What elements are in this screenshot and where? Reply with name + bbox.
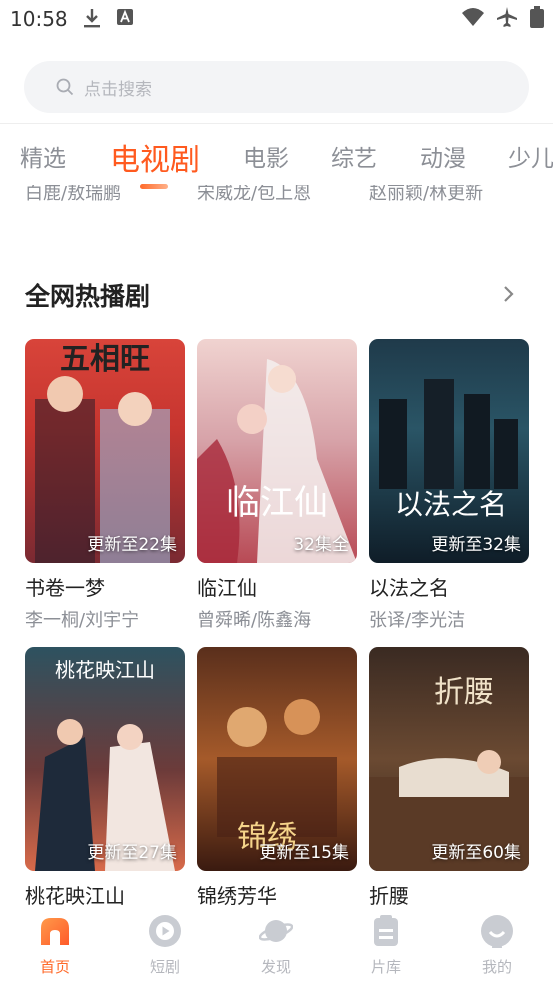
show-title: 临江仙 — [197, 576, 257, 600]
cast-text: 宋威龙/包上恩 — [197, 185, 312, 204]
wifi-icon — [462, 8, 484, 26]
nav-label: 片库 — [370, 958, 401, 976]
show-title: 折腰 — [369, 884, 409, 908]
poster-image: 五相旺 更新至22集 — [25, 339, 185, 563]
show-card[interactable]: 折腰 更新至60集 折腰 — [369, 647, 529, 908]
episode-badge: 更新至32集 — [431, 535, 521, 555]
play-icon — [149, 915, 181, 947]
svg-text:临江仙: 临江仙 — [226, 483, 328, 523]
episode-badge: 更新至27集 — [87, 843, 177, 863]
airplane-icon — [497, 7, 517, 27]
nav-discover[interactable]: 发现 — [236, 914, 316, 977]
nav-label: 首页 — [39, 958, 70, 976]
poster-image: 临江仙 32集全 — [197, 339, 357, 563]
show-title: 桃花映江山 — [25, 884, 125, 908]
episode-badge: 更新至60集 — [431, 843, 521, 863]
cast-text: 白鹿/敖瑞鹏 — [25, 185, 122, 204]
svg-text:五相旺: 五相旺 — [60, 342, 150, 377]
tab-tv-series[interactable]: 电视剧 — [110, 135, 200, 179]
show-cast: 曾舜晞/陈鑫海 — [197, 610, 312, 631]
chevron-right-icon[interactable] — [497, 283, 519, 305]
tab-kids[interactable]: 少儿 — [508, 139, 553, 173]
show-title: 以法之名 — [369, 576, 449, 600]
nav-label: 我的 — [481, 958, 512, 976]
nav-label: 发现 — [260, 958, 291, 976]
tab-anime[interactable]: 动漫 — [420, 139, 466, 173]
status-bar: 10:58 — [0, 0, 553, 40]
search-icon — [56, 78, 74, 96]
previous-row-casts: 白鹿/敖瑞鹏 宋威龙/包上恩 赵丽颖/林更新 — [0, 185, 553, 207]
svg-text:桃花映江山: 桃花映江山 — [55, 658, 155, 682]
episode-badge: 32集全 — [293, 535, 349, 555]
bottom-navigation: 首页 短剧 发现 片库 我的 — [0, 908, 553, 984]
show-title: 锦绣芳华 — [197, 884, 277, 908]
cast-text: 赵丽颖/林更新 — [369, 185, 484, 204]
svg-text:折腰: 折腰 — [434, 675, 494, 710]
episode-badge: 更新至15集 — [259, 843, 349, 863]
tab-movies[interactable]: 电影 — [243, 139, 289, 173]
category-tabs: 精选 电视剧 电影 综艺 动漫 少儿 — [0, 124, 553, 186]
show-cast: 张译/李光洁 — [369, 610, 466, 631]
poster-image: 锦绣 更新至15集 — [197, 647, 357, 871]
poster-image: 桃花映江山 更新至27集 — [25, 647, 185, 871]
battery-icon — [530, 6, 544, 28]
home-icon — [41, 918, 69, 945]
poster-image: 以法之名 更新至32集 — [369, 339, 529, 563]
nav-home[interactable]: 首页 — [15, 914, 95, 977]
nav-short-drama[interactable]: 短剧 — [125, 914, 205, 977]
tab-featured[interactable]: 精选 — [20, 139, 66, 173]
nav-label: 短剧 — [149, 958, 180, 976]
show-card[interactable]: 临江仙 32集全 临江仙 曾舜晞/陈鑫海 — [197, 339, 357, 631]
search-bar[interactable]: 点击搜索 — [24, 61, 529, 113]
nav-profile[interactable]: 我的 — [457, 914, 537, 977]
download-icon — [84, 9, 100, 28]
library-icon — [374, 915, 398, 946]
section-title: 全网热播剧 — [25, 282, 151, 311]
show-card[interactable]: 五相旺 更新至22集 书卷一梦 李一桐/刘宇宁 — [25, 339, 185, 631]
poster-image: 折腰 更新至60集 — [369, 647, 529, 871]
show-card[interactable]: 桃花映江山 更新至27集 桃花映江山 — [25, 647, 185, 908]
episode-badge: 更新至22集 — [87, 535, 177, 555]
profile-icon — [481, 915, 513, 948]
status-time: 10:58 — [10, 7, 68, 31]
svg-text:以法之名: 以法之名 — [395, 488, 507, 521]
show-card[interactable]: 锦绣 更新至15集 锦绣芳华 — [197, 647, 357, 908]
tab-variety[interactable]: 综艺 — [331, 139, 377, 173]
nav-library[interactable]: 片库 — [346, 914, 426, 977]
planet-icon — [259, 920, 293, 942]
app-a-icon — [117, 9, 133, 25]
show-cast: 李一桐/刘宇宁 — [25, 610, 140, 631]
search-placeholder: 点击搜索 — [84, 79, 152, 100]
status-icons — [461, 6, 545, 28]
show-card[interactable]: 以法之名 更新至32集 以法之名 张译/李光洁 — [369, 339, 529, 631]
show-title: 书卷一梦 — [25, 576, 105, 600]
